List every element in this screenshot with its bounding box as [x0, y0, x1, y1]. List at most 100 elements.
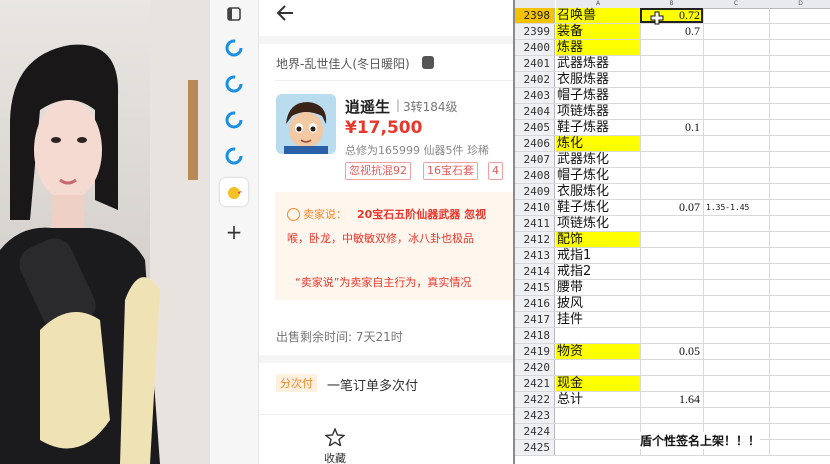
cell-a[interactable]: 披风 — [556, 296, 640, 311]
cell-b[interactable] — [640, 56, 703, 71]
row-number[interactable]: 2408 — [515, 168, 555, 183]
cell-c[interactable] — [703, 360, 769, 375]
cell-d[interactable] — [769, 120, 830, 135]
cell-a[interactable] — [556, 424, 640, 439]
cell-a[interactable]: 配饰 — [556, 232, 640, 247]
cell-d[interactable] — [769, 312, 830, 327]
cell-d[interactable] — [769, 168, 830, 183]
row-number[interactable]: 2415 — [515, 280, 555, 295]
cell-d[interactable] — [769, 88, 830, 103]
cell-a[interactable]: 武器炼器 — [556, 56, 640, 71]
edge-tab-icon[interactable] — [220, 34, 248, 62]
cell-a[interactable]: 戒指2 — [556, 264, 640, 279]
row-number[interactable]: 2400 — [515, 40, 555, 55]
cell-d[interactable] — [769, 104, 830, 119]
cell-d[interactable] — [769, 376, 830, 391]
cell-d[interactable] — [769, 296, 830, 311]
cell-b[interactable] — [640, 136, 703, 151]
cell-c[interactable] — [703, 376, 769, 391]
cell-d[interactable] — [769, 200, 830, 215]
row-number[interactable]: 2424 — [515, 424, 555, 439]
cell-d[interactable] — [769, 184, 830, 199]
cell-c[interactable] — [703, 408, 769, 423]
row-number[interactable]: 2409 — [515, 184, 555, 199]
cell-d[interactable] — [769, 264, 830, 279]
cell-c[interactable] — [703, 8, 769, 23]
cell-c[interactable] — [703, 72, 769, 87]
back-button[interactable] — [275, 2, 297, 28]
cell-a[interactable]: 挂件 — [556, 312, 640, 327]
cell-a[interactable]: 鞋子炼化 — [556, 200, 640, 215]
chick-tab-icon[interactable] — [220, 178, 248, 206]
cell-d[interactable] — [769, 8, 830, 23]
cell-c[interactable] — [703, 312, 769, 327]
cell-c[interactable] — [703, 216, 769, 231]
cell-a[interactable]: 总计 — [556, 392, 640, 407]
cell-c[interactable]: 1.35-1.45 — [703, 200, 769, 215]
cell-b[interactable] — [640, 312, 703, 327]
row-number[interactable]: 2404 — [515, 104, 555, 119]
cell-b[interactable] — [640, 296, 703, 311]
tab-actions-icon[interactable] — [220, 0, 248, 28]
cell-a[interactable]: 物资 — [556, 344, 640, 359]
cell-b[interactable] — [640, 168, 703, 183]
edge-tab-icon[interactable] — [220, 70, 248, 98]
cell-b[interactable] — [640, 88, 703, 103]
cell-d[interactable] — [769, 24, 830, 39]
cell-c[interactable] — [703, 296, 769, 311]
cell-d[interactable] — [769, 216, 830, 231]
cell-b[interactable]: 0.05 — [640, 344, 703, 359]
row-number[interactable]: 2417 — [515, 312, 555, 327]
row-number[interactable]: 2420 — [515, 360, 555, 375]
row-number[interactable]: 2412 — [515, 232, 555, 247]
cell-c[interactable] — [703, 24, 769, 39]
cell-c[interactable] — [703, 248, 769, 263]
cell-c[interactable] — [703, 88, 769, 103]
cell-d[interactable] — [769, 56, 830, 71]
row-number[interactable]: 2405 — [515, 120, 555, 135]
cell-c[interactable] — [703, 392, 769, 407]
add-tab-icon[interactable]: + — [220, 218, 248, 246]
cell-c[interactable] — [703, 280, 769, 295]
cell-d[interactable] — [769, 344, 830, 359]
cell-b[interactable] — [640, 232, 703, 247]
row-number[interactable]: 2421 — [515, 376, 555, 391]
cell-a[interactable]: 项链炼器 — [556, 104, 640, 119]
cell-a[interactable]: 装备 — [556, 24, 640, 39]
cell-b[interactable] — [640, 72, 703, 87]
cell-a[interactable]: 衣服炼器 — [556, 72, 640, 87]
cell-b[interactable]: 0.1 — [640, 120, 703, 135]
cell-d[interactable] — [769, 408, 830, 423]
cell-b[interactable] — [640, 216, 703, 231]
cell-a[interactable]: 召唤兽 — [556, 8, 640, 23]
cell-c[interactable] — [703, 184, 769, 199]
cell-d[interactable] — [769, 424, 830, 439]
cell-b[interactable]: 0.7 — [640, 24, 703, 39]
cell-a[interactable] — [556, 408, 640, 423]
installment-text[interactable]: 一笔订单多次付 — [327, 375, 418, 394]
row-number[interactable]: 2423 — [515, 408, 555, 423]
row-number[interactable]: 2418 — [515, 328, 555, 343]
favorite-button[interactable]: 收藏 — [324, 427, 346, 464]
cell-c[interactable] — [703, 344, 769, 359]
row-number[interactable]: 2407 — [515, 152, 555, 167]
cell-b[interactable] — [640, 264, 703, 279]
cell-b[interactable] — [640, 376, 703, 391]
cell-c[interactable] — [703, 232, 769, 247]
cell-d[interactable] — [769, 40, 830, 55]
row-number[interactable]: 2416 — [515, 296, 555, 311]
cell-b[interactable] — [640, 184, 703, 199]
row-number[interactable]: 2410 — [515, 200, 555, 215]
cell-b[interactable] — [640, 104, 703, 119]
cell-d[interactable] — [769, 72, 830, 87]
cell-b[interactable]: 0.07 — [640, 200, 703, 215]
row-number[interactable]: 2422 — [515, 392, 555, 407]
cell-a[interactable]: 炼化 — [556, 136, 640, 151]
cell-c[interactable] — [703, 40, 769, 55]
cell-c[interactable] — [703, 152, 769, 167]
cell-a[interactable]: 项链炼化 — [556, 216, 640, 231]
cell-b[interactable] — [640, 248, 703, 263]
cell-a[interactable] — [556, 328, 640, 343]
cell-a[interactable]: 现金 — [556, 376, 640, 391]
cell-d[interactable] — [769, 280, 830, 295]
